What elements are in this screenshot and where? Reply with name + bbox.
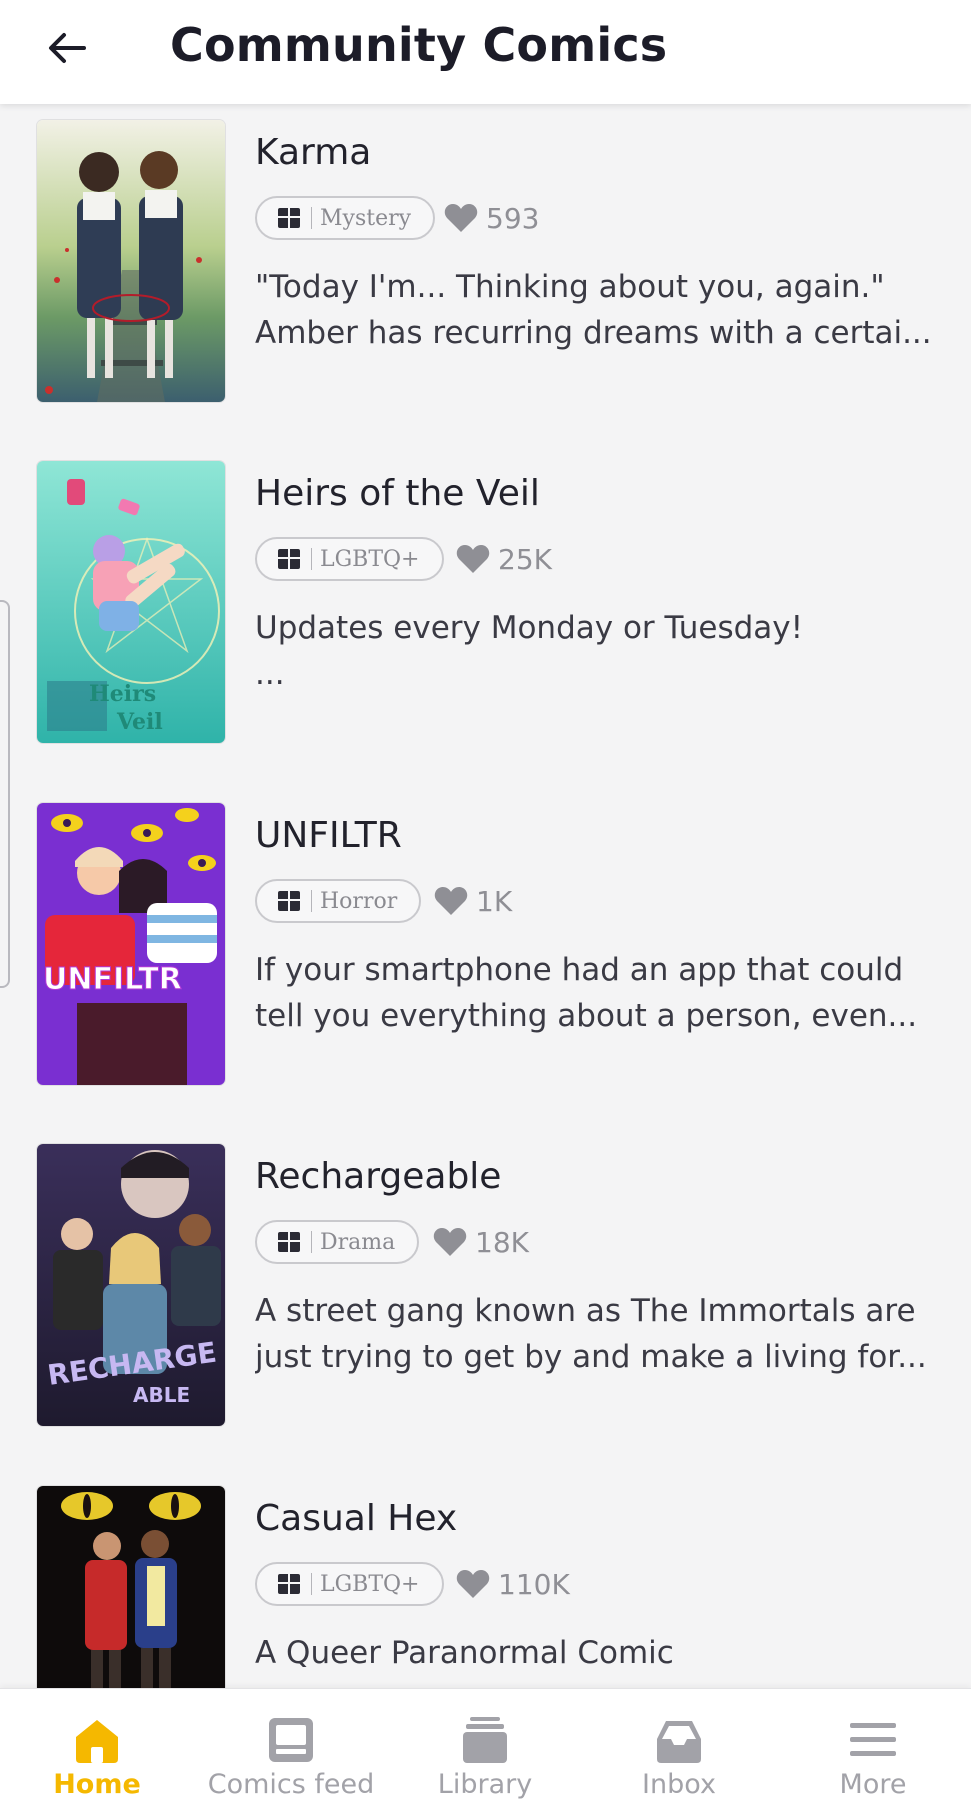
nav-label: Library [437, 1769, 533, 1800]
genre-label: LGBTQ+ [320, 1571, 420, 1597]
genre-label: Horror [320, 888, 398, 914]
genre-tag[interactable]: LGBTQ+ [255, 537, 444, 581]
layout-grid-icon [278, 208, 300, 228]
svg-text:Heirs: Heirs [89, 681, 156, 707]
comic-title[interactable]: Heirs of the Veil [255, 473, 540, 514]
comic-description: A street gang known as The Immortals are… [255, 1288, 945, 1380]
genre-label: Mystery [320, 205, 412, 231]
layout-grid-icon [278, 1574, 300, 1594]
layout-grid-icon [278, 549, 300, 569]
comic-title[interactable]: UNFILTR [255, 815, 402, 856]
arrow-left-icon[interactable] [44, 26, 88, 70]
comic-cover-image[interactable]: UNFILTR [37, 803, 225, 1085]
layout-grid-icon [278, 891, 300, 911]
inbox-icon [657, 1721, 701, 1763]
genre-tag[interactable]: LGBTQ+ [255, 1562, 444, 1606]
bottom-navigation: Home Comics feed Library Inbox More [0, 1688, 971, 1807]
comic-cover-image[interactable] [37, 1486, 225, 1688]
nav-more[interactable]: More [776, 1689, 970, 1807]
nav-comics-feed[interactable]: Comics feed [194, 1689, 388, 1807]
likes-count: 25K [498, 542, 552, 576]
likes: 25K [456, 541, 552, 577]
likes-count: 110K [498, 1567, 570, 1601]
svg-text:ABLE: ABLE [133, 1383, 190, 1407]
nav-label: Home [53, 1769, 141, 1800]
app-header: Community Comics [0, 0, 971, 104]
comic-title[interactable]: Rechargeable [255, 1156, 501, 1197]
comics-list[interactable]: Karma Mystery 593 "Today I'm... Thinking… [0, 104, 971, 1688]
nav-home[interactable]: Home [0, 1689, 194, 1807]
home-icon [76, 1720, 118, 1763]
comic-card[interactable]: Karma Mystery 593 "Today I'm... Thinking… [0, 104, 971, 404]
genre-tag[interactable]: Horror [255, 879, 422, 923]
heart-icon [434, 887, 468, 915]
genre-tag[interactable]: Mystery [255, 196, 436, 240]
divider [311, 1231, 312, 1253]
comic-cover-image[interactable]: Heirs Veil [37, 461, 225, 743]
page-title: Community Comics [170, 18, 668, 72]
heart-icon [456, 1570, 490, 1598]
genre-label: Drama [320, 1229, 396, 1255]
description-line: ... [255, 656, 285, 692]
comic-description: A Queer Paranormal Comic [255, 1630, 945, 1676]
description-line: just trying to get by and make a living … [255, 1339, 927, 1375]
comic-card[interactable]: UNFILTR UNFILTR Horror 1K If your smartp… [0, 787, 971, 1087]
description-line: If your smartphone had an app that could [255, 952, 904, 988]
comic-card[interactable]: RECHARGE ABLE Rechargeable Drama 18K A s… [0, 1128, 971, 1428]
comic-cover-image[interactable]: RECHARGE ABLE [37, 1144, 225, 1426]
divider [311, 890, 312, 912]
likes-count: 1K [476, 884, 513, 918]
nav-label: Inbox [642, 1769, 716, 1800]
comic-cover-image[interactable] [37, 120, 225, 402]
heart-icon [433, 1228, 467, 1256]
heart-icon [444, 204, 478, 232]
comic-card[interactable]: Heirs Veil Heirs of the Veil LGBTQ+ 25K … [0, 445, 971, 745]
menu-icon [850, 1723, 896, 1756]
nav-label: More [839, 1769, 907, 1800]
nav-label: Comics feed [207, 1769, 375, 1800]
layout-grid-icon [278, 1232, 300, 1252]
likes: 18K [433, 1224, 529, 1260]
likes-count: 593 [486, 201, 540, 235]
genre-label: LGBTQ+ [320, 546, 420, 572]
comic-description: If your smartphone had an app that could… [255, 947, 945, 1039]
description-line: tell you everything about a person, even… [255, 998, 918, 1034]
divider [311, 207, 312, 229]
nav-inbox[interactable]: Inbox [582, 1689, 776, 1807]
comics-feed-icon [269, 1718, 313, 1762]
description-line: "Today I'm... Thinking about you, again.… [255, 269, 885, 305]
description-line: A street gang known as The Immortals are [255, 1293, 916, 1329]
comic-card[interactable]: Casual Hex LGBTQ+ 110K A Queer Paranorma… [0, 1470, 971, 1688]
heart-icon [456, 545, 490, 573]
description-line: A Queer Paranormal Comic [255, 1635, 674, 1671]
likes: 1K [434, 883, 512, 919]
likes: 110K [456, 1566, 570, 1602]
comic-description: "Today I'm... Thinking about you, again.… [255, 264, 945, 356]
comic-description: Updates every Monday or Tuesday! ... [255, 605, 945, 697]
svg-text:Veil: Veil [116, 709, 163, 735]
svg-text:UNFILTR: UNFILTR [43, 962, 182, 997]
divider [311, 548, 312, 570]
comic-title[interactable]: Karma [255, 132, 371, 173]
genre-tag[interactable]: Drama [255, 1220, 420, 1264]
nav-library[interactable]: Library [388, 1689, 582, 1807]
likes-count: 18K [475, 1225, 529, 1259]
description-line: Updates every Monday or Tuesday! [255, 610, 804, 646]
library-icon [463, 1717, 507, 1763]
divider [311, 1573, 312, 1595]
comic-title[interactable]: Casual Hex [255, 1498, 457, 1539]
description-line: Amber has recurring dreams with a certai… [255, 315, 932, 351]
likes: 593 [444, 200, 539, 236]
